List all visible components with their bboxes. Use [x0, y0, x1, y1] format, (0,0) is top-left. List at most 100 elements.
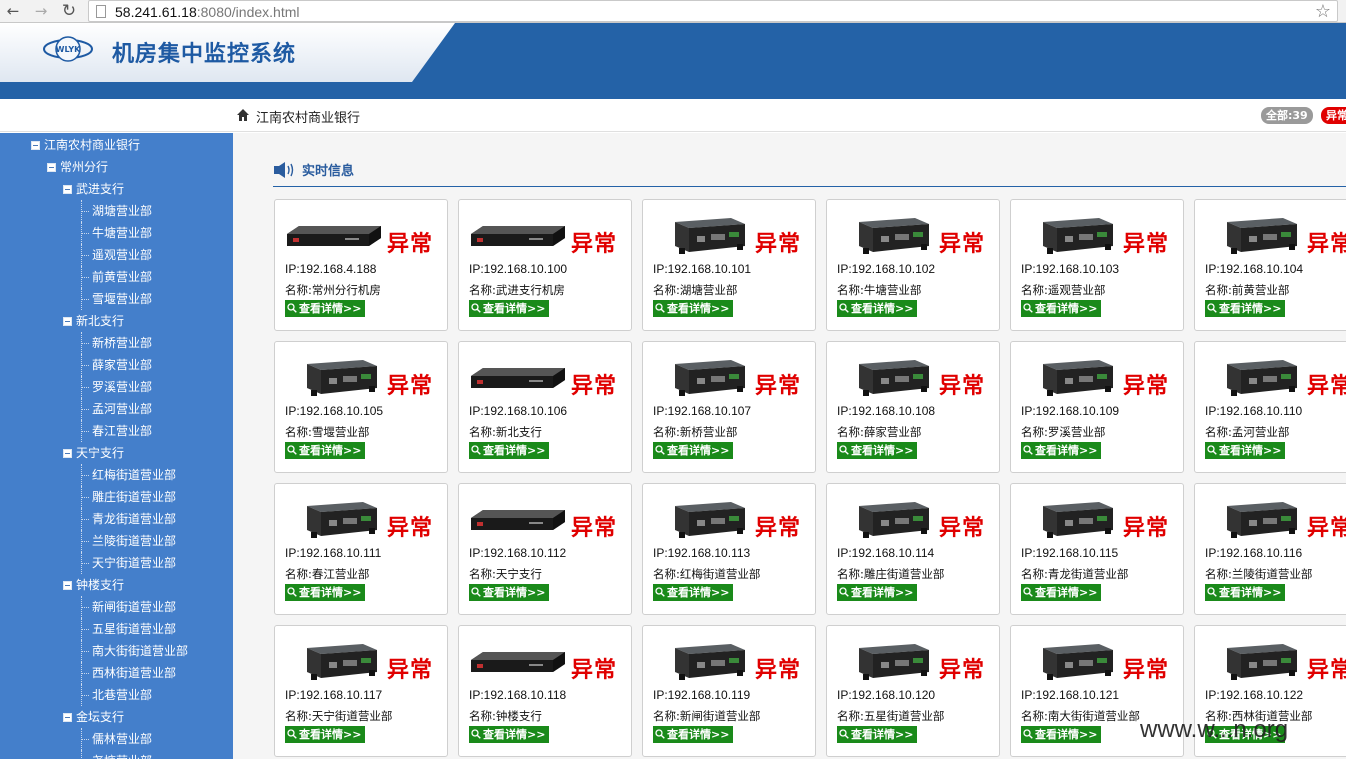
tree-leaf-item[interactable]: 雕庄街道营业部 — [0, 486, 233, 508]
view-details-button[interactable]: 查看详情>> — [469, 442, 550, 459]
tree-group-item[interactable]: 常州分行 — [0, 156, 233, 178]
device-card[interactable]: 异常 IP:192.168.10.103 名称:遥观营业部 查看详情>> — [1010, 199, 1184, 331]
magnifier-icon — [839, 303, 849, 313]
device-card[interactable]: 异常 IP:192.168.10.114 名称:雕庄街道营业部 查看详情>> — [826, 483, 1000, 615]
tree-leaf-item[interactable]: 尧塘营业部 — [0, 750, 233, 759]
device-card[interactable]: 异常 IP:192.168.10.116 名称:兰陵街道营业部 查看详情>> — [1194, 483, 1346, 615]
tree-leaf-item[interactable]: 兰陵街道营业部 — [0, 530, 233, 552]
view-details-button[interactable]: 查看详情>> — [285, 584, 366, 601]
view-details-button[interactable]: 查看详情>> — [837, 726, 918, 743]
tree-group-item[interactable]: 新北支行 — [0, 310, 233, 332]
device-name: 名称:天宁街道营业部 — [285, 709, 393, 723]
view-details-button[interactable]: 查看详情>> — [653, 726, 734, 743]
tree-leaf-item[interactable]: 新桥营业部 — [0, 332, 233, 354]
collapse-toggle-icon[interactable] — [63, 581, 72, 590]
device-card[interactable]: 异常 IP:192.168.10.102 名称:牛塘营业部 查看详情>> — [826, 199, 1000, 331]
view-details-button[interactable]: 查看详情>> — [1021, 442, 1102, 459]
view-details-button[interactable]: 查看详情>> — [1205, 584, 1286, 601]
view-details-button[interactable]: 查看详情>> — [1205, 442, 1286, 459]
view-details-button[interactable]: 查看详情>> — [469, 584, 550, 601]
collapse-toggle-icon[interactable] — [31, 141, 40, 150]
tree-leaf-item[interactable]: 西林街道营业部 — [0, 662, 233, 684]
tree-leaf-item[interactable]: 遥观营业部 — [0, 244, 233, 266]
tree-leaf-item[interactable]: 罗溪营业部 — [0, 376, 233, 398]
home-icon[interactable] — [236, 108, 250, 122]
view-details-button[interactable]: 查看详情>> — [285, 726, 366, 743]
collapse-toggle-icon[interactable] — [47, 163, 56, 172]
view-details-button[interactable]: 查看详情>> — [653, 442, 734, 459]
tree-leaf-item[interactable]: 儒林营业部 — [0, 728, 233, 750]
collapse-toggle-icon[interactable] — [63, 713, 72, 722]
device-card[interactable]: 异常 IP:192.168.10.119 名称:新闸街道营业部 查看详情>> — [642, 625, 816, 757]
collapse-toggle-icon[interactable] — [63, 185, 72, 194]
collapse-toggle-icon[interactable] — [63, 317, 72, 326]
filter-badge-abnormal[interactable]: 异常 — [1321, 107, 1346, 124]
device-card[interactable]: 异常 IP:192.168.10.115 名称:青龙街道营业部 查看详情>> — [1010, 483, 1184, 615]
view-details-button[interactable]: 查看详情>> — [1021, 300, 1102, 317]
device-card[interactable]: 异常 IP:192.168.10.106 名称:新北支行 查看详情>> — [458, 341, 632, 473]
view-details-button[interactable]: 查看详情>> — [1021, 726, 1102, 743]
device-card[interactable]: 异常 IP:192.168.10.108 名称:薛家营业部 查看详情>> — [826, 341, 1000, 473]
view-details-button[interactable]: 查看详情>> — [653, 584, 734, 601]
view-details-button[interactable]: 查看详情>> — [285, 300, 366, 317]
tree-group-item[interactable]: 江南农村商业银行 — [0, 134, 233, 156]
view-details-button[interactable]: 查看详情>> — [469, 726, 550, 743]
view-details-button[interactable]: 查看详情>> — [837, 584, 918, 601]
device-card[interactable]: 异常 IP:192.168.10.105 名称:雪堰营业部 查看详情>> — [274, 341, 448, 473]
tree-leaf-item[interactable]: 南大街街道营业部 — [0, 640, 233, 662]
tree-leaf-item[interactable]: 孟河营业部 — [0, 398, 233, 420]
view-details-button[interactable]: 查看详情>> — [837, 300, 918, 317]
tree-group-item[interactable]: 钟楼支行 — [0, 574, 233, 596]
tree-leaf-item[interactable]: 牛塘营业部 — [0, 222, 233, 244]
tree-group-item[interactable]: 武进支行 — [0, 178, 233, 200]
tree-leaf-item[interactable]: 红梅街道营业部 — [0, 464, 233, 486]
status-label: 异常 — [755, 232, 802, 257]
device-card[interactable]: 异常 IP:192.168.10.112 名称:天宁支行 查看详情>> — [458, 483, 632, 615]
filter-badge-all[interactable]: 全部:39 — [1261, 107, 1313, 124]
star-icon[interactable]: ☆ — [1315, 1, 1331, 22]
device-card[interactable]: 异常 IP:192.168.10.107 名称:新桥营业部 查看详情>> — [642, 341, 816, 473]
device-card[interactable]: 异常 IP:192.168.4.188 名称:常州分行机房 查看详情>> — [274, 199, 448, 331]
view-details-button[interactable]: 查看详情>> — [1205, 300, 1286, 317]
collapse-toggle-icon[interactable] — [63, 449, 72, 458]
view-details-label: 查看详情>> — [851, 586, 914, 599]
address-bar[interactable]: 58.241.61.18:8080/index.html ☆ — [88, 0, 1338, 22]
box-device-image — [675, 218, 745, 254]
tree-leaf-item[interactable]: 湖塘营业部 — [0, 200, 233, 222]
device-card[interactable]: 异常 IP:192.168.10.101 名称:湖塘营业部 查看详情>> — [642, 199, 816, 331]
device-card[interactable]: 异常 IP:192.168.10.118 名称:钟楼支行 查看详情>> — [458, 625, 632, 757]
reload-icon[interactable]: ↻ — [60, 2, 78, 20]
device-card[interactable]: 异常 IP:192.168.10.109 名称:罗溪营业部 查看详情>> — [1010, 341, 1184, 473]
device-card[interactable]: 异常 IP:192.168.10.111 名称:春江营业部 查看详情>> — [274, 483, 448, 615]
tree-leaf-item[interactable]: 新闸街道营业部 — [0, 596, 233, 618]
tree-group-item[interactable]: 金坛支行 — [0, 706, 233, 728]
tree-connector — [81, 244, 82, 266]
device-card[interactable]: 异常 IP:192.168.10.113 名称:红梅街道营业部 查看详情>> — [642, 483, 816, 615]
tree-leaf-item[interactable]: 北巷营业部 — [0, 684, 233, 706]
tree-leaf-item[interactable]: 五星街道营业部 — [0, 618, 233, 640]
device-card[interactable]: 异常 IP:192.168.10.110 名称:孟河营业部 查看详情>> — [1194, 341, 1346, 473]
view-details-button[interactable]: 查看详情>> — [837, 442, 918, 459]
tree-leaf-item[interactable]: 春江营业部 — [0, 420, 233, 442]
device-card[interactable]: 异常 IP:192.168.10.100 名称:武进支行机房 查看详情>> — [458, 199, 632, 331]
back-arrow-icon[interactable]: ← — [4, 2, 22, 20]
view-details-button[interactable]: 查看详情>> — [469, 300, 550, 317]
tree-leaf-item[interactable]: 雪堰营业部 — [0, 288, 233, 310]
device-ip: IP:192.168.10.112 — [469, 546, 567, 560]
tree-leaf-item[interactable]: 青龙街道营业部 — [0, 508, 233, 530]
tree-leaf-item[interactable]: 天宁街道营业部 — [0, 552, 233, 574]
magnifier-icon — [655, 445, 665, 455]
tree-leaf-item[interactable]: 前黄营业部 — [0, 266, 233, 288]
status-label: 异常 — [387, 232, 434, 257]
view-details-button[interactable]: 查看详情>> — [285, 442, 366, 459]
tree-leaf-item[interactable]: 薛家营业部 — [0, 354, 233, 376]
view-details-button[interactable]: 查看详情>> — [653, 300, 734, 317]
tree-connector — [81, 431, 89, 432]
device-card[interactable]: 异常 IP:192.168.10.120 名称:五星街道营业部 查看详情>> — [826, 625, 1000, 757]
forward-arrow-icon[interactable]: → — [32, 2, 50, 20]
device-card[interactable]: 异常 IP:192.168.10.104 名称:前黄营业部 查看详情>> — [1194, 199, 1346, 331]
breadcrumb-text[interactable]: 江南农村商业银行 — [256, 107, 360, 126]
view-details-button[interactable]: 查看详情>> — [1021, 584, 1102, 601]
tree-group-item[interactable]: 天宁支行 — [0, 442, 233, 464]
device-card[interactable]: 异常 IP:192.168.10.117 名称:天宁街道营业部 查看详情>> — [274, 625, 448, 757]
